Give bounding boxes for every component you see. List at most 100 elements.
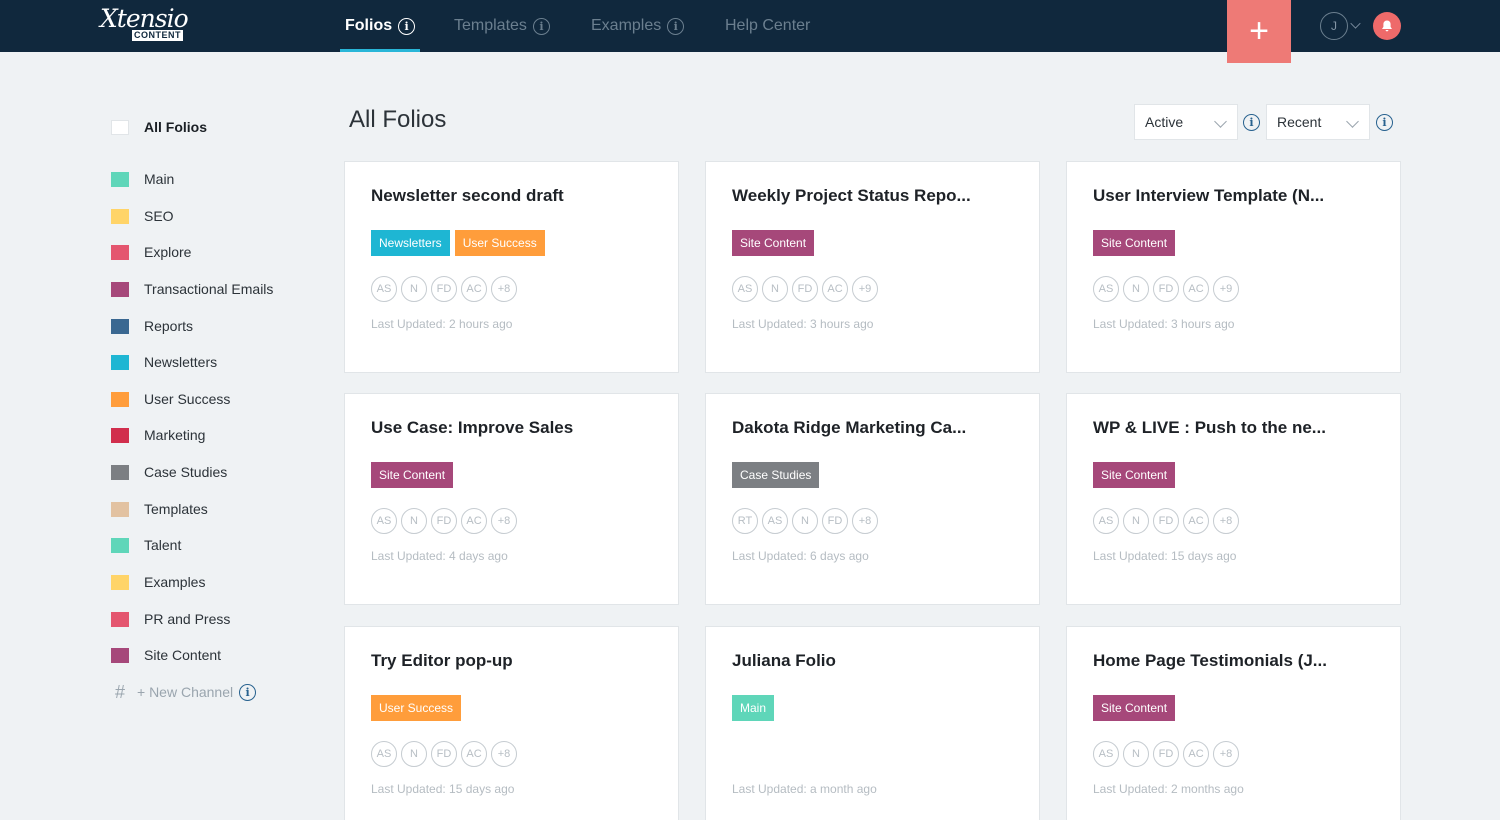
tab-help-center[interactable]: Help Center [725, 0, 810, 52]
sidebar-item[interactable]: Transactional Emails [111, 279, 273, 299]
collaborator-avatar[interactable]: N [1123, 741, 1149, 767]
channel-tag[interactable]: User Success [371, 695, 462, 721]
info-icon[interactable]: i [239, 683, 257, 701]
collaborator-avatar[interactable]: +8 [1213, 508, 1239, 534]
user-avatar[interactable]: J [1320, 12, 1348, 40]
sidebar-item[interactable]: Talent [111, 535, 181, 555]
sidebar-item[interactable]: Site Content [111, 645, 221, 665]
collaborator-avatar[interactable]: AC [822, 276, 848, 302]
collaborator-avatar[interactable]: +8 [491, 508, 517, 534]
sidebar-item[interactable]: Newsletters [111, 352, 217, 372]
collaborator-list: AS N FD AC +8 [371, 508, 517, 534]
channel-tag[interactable]: Site Content [1093, 462, 1176, 488]
collaborator-avatar[interactable]: AC [1183, 741, 1209, 767]
collaborator-avatar[interactable]: AC [461, 276, 487, 302]
collaborator-avatar[interactable]: AC [461, 508, 487, 534]
collaborator-avatar[interactable]: N [401, 276, 427, 302]
collaborator-avatar[interactable]: AC [1183, 508, 1209, 534]
notification-bell-icon[interactable] [1373, 12, 1401, 40]
collaborator-avatar[interactable]: AS [732, 276, 758, 302]
folio-title: Newsletter second draft [371, 186, 564, 205]
color-swatch [111, 171, 129, 187]
sidebar-item[interactable]: Main [111, 169, 174, 189]
chevron-down-icon [1346, 115, 1359, 128]
sidebar-item[interactable]: Templates [111, 499, 208, 519]
sidebar-item[interactable]: PR and Press [111, 609, 230, 629]
sidebar-item[interactable]: Examples [111, 572, 205, 592]
info-icon[interactable]: i [532, 17, 550, 35]
chevron-down-icon[interactable] [1350, 18, 1361, 29]
tab-templates[interactable]: Templates i [454, 0, 550, 52]
collaborator-avatar[interactable]: AS [1093, 741, 1119, 767]
collaborator-avatar[interactable]: +8 [491, 741, 517, 767]
new-channel-button[interactable]: # + New Channel i [111, 682, 257, 702]
tag-list: Newsletters User Success [371, 230, 545, 256]
status-filter-select[interactable]: Active [1134, 104, 1238, 140]
sidebar-item[interactable]: SEO [111, 206, 174, 226]
collaborator-avatar[interactable]: FD [822, 508, 848, 534]
collaborator-avatar[interactable]: +9 [852, 276, 878, 302]
folio-card[interactable]: Home Page Testimonials (J... Site Content… [1066, 626, 1401, 820]
info-icon[interactable]: i [667, 17, 685, 35]
channel-tag[interactable]: Site Content [732, 230, 815, 256]
collaborator-avatar[interactable]: +8 [1213, 741, 1239, 767]
folio-card[interactable]: Newsletter second draft Newsletters User S… [344, 161, 679, 373]
collaborator-avatar[interactable]: N [792, 508, 818, 534]
collaborator-avatar[interactable]: +9 [1213, 276, 1239, 302]
collaborator-avatar[interactable]: FD [792, 276, 818, 302]
folio-card[interactable]: Use Case: Improve Sales Site Content AS N FD… [344, 393, 679, 605]
channel-tag[interactable]: Site Content [1093, 230, 1176, 256]
collaborator-avatar[interactable]: FD [1153, 741, 1179, 767]
collaborator-avatar[interactable]: FD [1153, 508, 1179, 534]
collaborator-avatar[interactable]: AS [1093, 508, 1119, 534]
collaborator-avatar[interactable]: FD [431, 741, 457, 767]
collaborator-avatar[interactable]: RT [732, 508, 758, 534]
channel-tag[interactable]: Case Studies [732, 462, 820, 488]
collaborator-avatar[interactable]: AS [371, 741, 397, 767]
sidebar-item[interactable]: Marketing [111, 425, 205, 445]
folio-card[interactable]: User Interview Template (N... Site Conten… [1066, 161, 1401, 373]
folio-card[interactable]: Try Editor pop-up User Success AS N FD AC +8 La… [344, 626, 679, 820]
tag-list: Site Content [732, 230, 815, 256]
channel-tag[interactable]: Site Content [1093, 695, 1176, 721]
folio-card[interactable]: Dakota Ridge Marketing Ca... Case Studies… [705, 393, 1040, 605]
folio-card[interactable]: Weekly Project Status Repo... Site Conten… [705, 161, 1040, 373]
xtensio-logo[interactable]: Xtensio CONTENT [100, 4, 190, 44]
tab-folios[interactable]: Folios i [340, 0, 421, 52]
sort-select[interactable]: Recent [1266, 104, 1370, 140]
collaborator-avatar[interactable]: N [401, 741, 427, 767]
tab-examples[interactable]: Examples i [591, 0, 685, 52]
collaborator-avatar[interactable]: AS [371, 508, 397, 534]
sidebar-item[interactable]: Reports [111, 316, 193, 336]
channel-tag[interactable]: Main [732, 695, 775, 721]
collaborator-avatar[interactable]: FD [1153, 276, 1179, 302]
color-swatch [111, 208, 129, 224]
collaborator-avatar[interactable]: N [1123, 508, 1149, 534]
collaborator-avatar[interactable]: AC [461, 741, 487, 767]
sidebar-item[interactable]: User Success [111, 389, 230, 409]
collaborator-avatar[interactable]: +8 [491, 276, 517, 302]
collaborator-avatar[interactable]: N [762, 276, 788, 302]
collaborator-avatar[interactable]: N [1123, 276, 1149, 302]
channel-tag[interactable]: User Success [454, 230, 545, 256]
collaborator-avatar[interactable]: AS [371, 276, 397, 302]
channel-tag[interactable]: Site Content [371, 462, 454, 488]
folio-card[interactable]: WP & LIVE : Push to the ne... Site Conten… [1066, 393, 1401, 605]
info-icon[interactable]: i [1243, 114, 1260, 131]
collaborator-avatar[interactable]: FD [431, 508, 457, 534]
sidebar-item[interactable]: Explore [111, 242, 191, 262]
collaborator-avatar[interactable]: AS [1093, 276, 1119, 302]
collaborator-avatar[interactable]: AS [762, 508, 788, 534]
channel-tag[interactable]: Newsletters [371, 230, 450, 256]
collaborator-avatar[interactable]: +8 [852, 508, 878, 534]
folio-title: Home Page Testimonials (J... [1093, 651, 1327, 670]
info-icon[interactable]: i [398, 17, 416, 35]
collaborator-avatar[interactable]: FD [431, 276, 457, 302]
folio-card[interactable]: Juliana Folio Main Last Updated: a month a… [705, 626, 1040, 820]
info-icon[interactable]: i [1376, 114, 1393, 131]
collaborator-avatar[interactable]: AC [1183, 276, 1209, 302]
collaborator-avatar[interactable]: N [401, 508, 427, 534]
sidebar-item-all-folios[interactable]: All Folios [111, 117, 207, 137]
add-folio-button[interactable]: + [1227, 0, 1291, 63]
sidebar-item[interactable]: Case Studies [111, 462, 227, 482]
